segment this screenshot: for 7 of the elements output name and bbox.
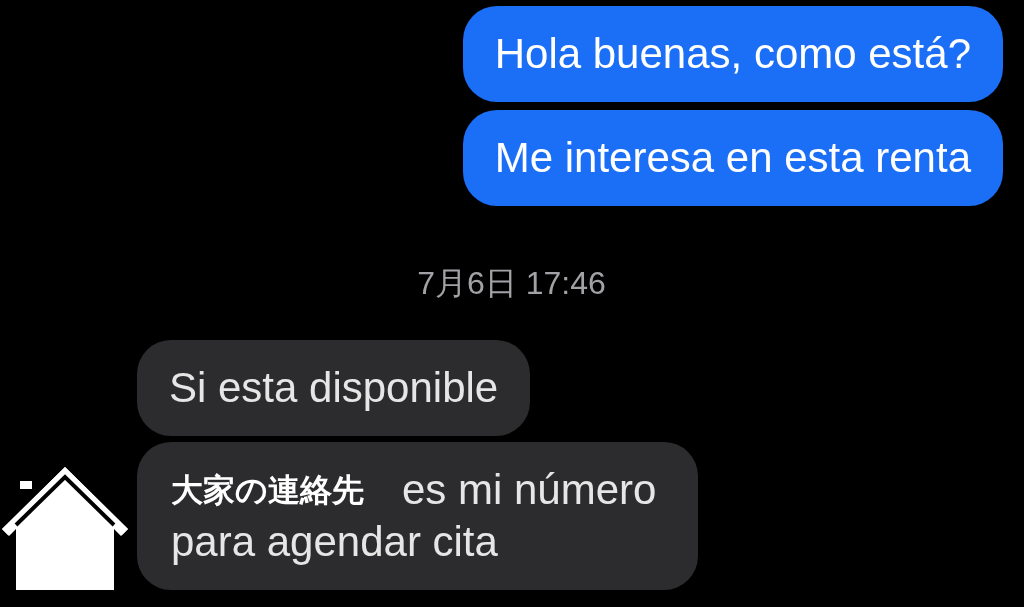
overlay-label: 大家の連絡先 <box>171 470 364 511</box>
message-bubble: Hola buenas, como está? <box>462 6 1003 102</box>
message-bubble: Me interesa en esta renta <box>462 110 1003 206</box>
message-text: para agendar cita <box>171 518 498 566</box>
message-text: es mi número <box>402 466 657 514</box>
message-bubble: Si esta disponible <box>137 340 531 436</box>
timestamp: 7月6日 17:46 <box>417 264 606 303</box>
